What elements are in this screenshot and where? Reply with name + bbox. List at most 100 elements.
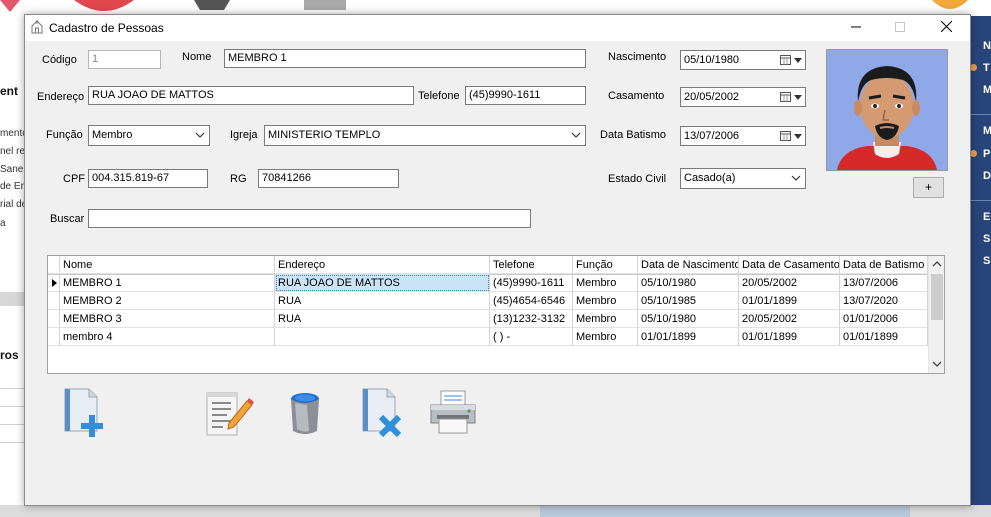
buscar-input[interactable]: [88, 209, 531, 228]
background-sidebar-letter: M: [983, 125, 991, 137]
edit-button[interactable]: [203, 387, 255, 439]
scroll-thumb[interactable]: [931, 274, 943, 320]
nascimento-datepicker[interactable]: 05/10/1980: [680, 50, 806, 70]
endereco-field[interactable]: RUA JOAO DE MATTOS: [88, 86, 414, 105]
print-button[interactable]: [427, 387, 479, 439]
table-cell[interactable]: Membro: [573, 310, 638, 328]
background-divider: [0, 292, 24, 306]
row-indicator[interactable]: [48, 292, 60, 310]
background-text: a: [0, 218, 6, 229]
nome-field[interactable]: MEMBRO 1: [224, 49, 586, 68]
chevron-down-icon[interactable]: [794, 134, 802, 139]
table-cell[interactable]: 01/01/2006: [840, 310, 928, 328]
chevron-down-icon: [932, 361, 942, 367]
rg-field[interactable]: 70841266: [258, 169, 399, 188]
casamento-value: 20/05/2002: [684, 91, 740, 103]
calendar-icon[interactable]: [780, 92, 791, 102]
table-cell[interactable]: MEMBRO 2: [60, 292, 275, 310]
table-cell[interactable]: 20/05/2002: [739, 310, 840, 328]
nascimento-value: 05/10/1980: [684, 54, 740, 66]
column-header-endereco[interactable]: Endereço: [275, 256, 490, 274]
nascimento-label: Nascimento: [608, 51, 667, 63]
column-header-funcao[interactable]: Função: [573, 256, 638, 274]
table-cell[interactable]: 13/07/2020: [840, 292, 928, 310]
table-cell[interactable]: (13)1232-3132: [490, 310, 573, 328]
chevron-down-icon[interactable]: [794, 95, 802, 100]
table-cell-selected[interactable]: RUA JOAO DE MATTOS: [275, 274, 490, 292]
trash-button[interactable]: [279, 387, 331, 439]
table-cell[interactable]: RUA: [275, 310, 490, 328]
delete-record-button[interactable]: [359, 387, 411, 439]
table-cell[interactable]: 01/01/1899: [638, 328, 739, 346]
add-photo-button[interactable]: +: [913, 177, 944, 198]
background-text: ros: [0, 348, 19, 362]
table-cell[interactable]: 20/05/2002: [739, 274, 840, 292]
cpf-field[interactable]: 004.315.819-67: [88, 169, 208, 188]
estado-civil-select[interactable]: Casado(a): [680, 168, 806, 189]
table-cell[interactable]: [275, 328, 490, 346]
chevron-down-icon: [791, 175, 801, 181]
column-header-nome[interactable]: Nome: [60, 256, 275, 274]
table-cell[interactable]: Membro: [573, 274, 638, 292]
table-cell[interactable]: 05/10/1980: [638, 310, 739, 328]
row-indicator[interactable]: [48, 274, 60, 292]
data-batismo-value: 13/07/2006: [684, 130, 740, 142]
row-indicator[interactable]: [48, 328, 60, 346]
igreja-select[interactable]: MINISTERIO TEMPLO: [264, 125, 586, 146]
title-bar[interactable]: Cadastro de Pessoas: [25, 15, 970, 41]
casamento-datepicker[interactable]: 20/05/2002: [680, 87, 806, 107]
close-icon: [940, 20, 952, 33]
scroll-up-button[interactable]: [929, 256, 944, 272]
column-header-data-casamento[interactable]: Data de Casamento: [739, 256, 840, 274]
row-indicator[interactable]: [48, 310, 60, 328]
table-cell[interactable]: ( ) -: [490, 328, 573, 346]
grid-header: Nome Endereço Telefone Função Data de Na…: [48, 256, 928, 275]
table-cell[interactable]: RUA: [275, 292, 490, 310]
member-photo[interactable]: [826, 49, 948, 171]
table-cell[interactable]: MEMBRO 1: [60, 274, 275, 292]
delete-record-icon: [362, 388, 402, 438]
table-cell[interactable]: 01/01/1899: [739, 328, 840, 346]
endereco-label: Endereço: [37, 91, 85, 103]
table-cell[interactable]: (45)9990-1611: [490, 274, 573, 292]
table-cell[interactable]: 13/07/2006: [840, 274, 928, 292]
grid-vertical-scrollbar[interactable]: [928, 256, 944, 373]
table-cell[interactable]: membro 4: [60, 328, 275, 346]
cadastro-window: Cadastro de Pessoas Código 1 Nome MEMBRO…: [24, 14, 971, 506]
scroll-down-button[interactable]: [929, 356, 944, 372]
chevron-down-icon: [195, 132, 205, 138]
table-cell[interactable]: 01/01/1899: [840, 328, 928, 346]
background-text: Sane: [0, 164, 24, 175]
table-cell[interactable]: 05/10/1985: [638, 292, 739, 310]
chevron-down-icon[interactable]: [794, 58, 802, 63]
casamento-label: Casamento: [608, 90, 665, 102]
data-batismo-datepicker[interactable]: 13/07/2006: [680, 126, 806, 146]
background-divider: [0, 442, 24, 443]
table-cell[interactable]: Membro: [573, 292, 638, 310]
edit-icon: [206, 392, 254, 436]
telefone-field[interactable]: (45)9990-1611: [465, 86, 586, 105]
minimize-button[interactable]: [833, 15, 879, 41]
table-cell[interactable]: (45)4654-6546: [490, 292, 573, 310]
column-header-data-batismo[interactable]: Data de Batismo: [840, 256, 928, 274]
table-cell[interactable]: 01/01/1899: [739, 292, 840, 310]
table-cell[interactable]: MEMBRO 3: [60, 310, 275, 328]
background-red-circle-icon: [74, 0, 134, 11]
background-text: ent: [0, 84, 18, 98]
column-header-telefone[interactable]: Telefone: [490, 256, 573, 274]
calendar-icon[interactable]: [780, 55, 791, 65]
maximize-button[interactable]: [877, 15, 923, 41]
background-divider: [0, 388, 24, 389]
table-cell[interactable]: Membro: [573, 328, 638, 346]
background-arrow-icon: [0, 0, 20, 12]
table-cell[interactable]: 05/10/1980: [638, 274, 739, 292]
codigo-field[interactable]: 1: [88, 50, 161, 69]
new-record-button[interactable]: [61, 387, 113, 439]
calendar-icon[interactable]: [780, 131, 791, 141]
column-header-data-nascimento[interactable]: Data de Nascimento: [638, 256, 739, 274]
avatar-icon: [827, 50, 947, 170]
funcao-select[interactable]: Membro: [88, 125, 210, 146]
background-sidebar-letter: P: [983, 148, 991, 160]
background-sidebar-letter: M: [983, 84, 991, 96]
close-button[interactable]: [923, 15, 969, 41]
